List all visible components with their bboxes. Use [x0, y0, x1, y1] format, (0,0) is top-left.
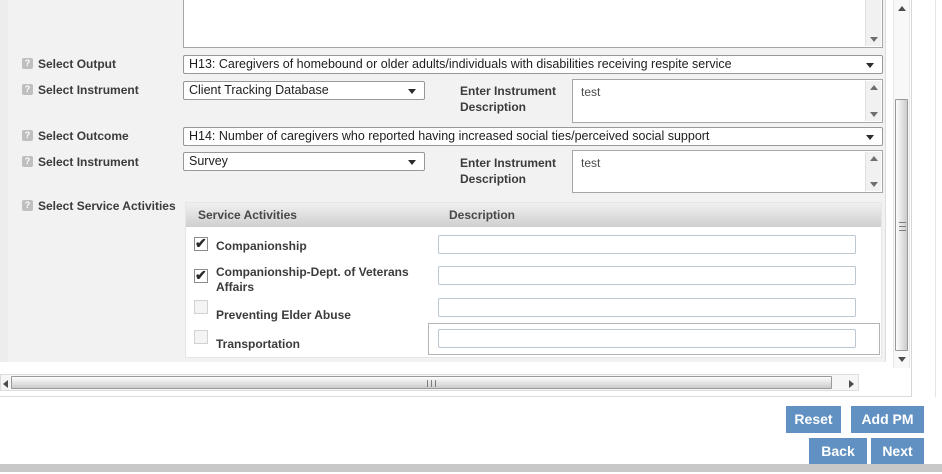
scroll-down-icon[interactable] [870, 112, 878, 117]
scroll-left-icon[interactable] [3, 380, 8, 388]
instrument-1-description-textarea[interactable]: test [572, 79, 883, 123]
select-outcome-value: H14: Number of caregivers who reported h… [189, 129, 710, 143]
left-margin [0, 0, 8, 362]
notes-textarea-scrollbar[interactable] [865, 0, 881, 46]
select-output-value: H13: Caregivers of homebound or older ad… [189, 57, 732, 71]
bottom-divider [0, 464, 942, 472]
service-name: Transportation [216, 337, 301, 351]
notes-textarea[interactable] [183, 0, 883, 48]
service-activities-table-header: Service Activities Description [186, 203, 881, 227]
chevron-down-icon [866, 135, 874, 140]
service-name: Companionship-Dept. of Veterans Affairs [216, 265, 409, 294]
column-header-activities: Service Activities [198, 208, 297, 222]
horizontal-scrollbar[interactable] [0, 374, 859, 391]
scroll-up-icon[interactable] [870, 85, 878, 90]
help-icon[interactable]: ? [22, 156, 33, 167]
next-button[interactable]: Next [871, 438, 924, 464]
frame-border [0, 396, 912, 397]
help-icon[interactable]: ? [22, 84, 33, 95]
instrument-2-description-value: test [581, 156, 601, 170]
description-input-companionship[interactable] [438, 235, 856, 254]
frame-border [911, 0, 912, 397]
select-instrument-1-label: Select Instrument [38, 83, 139, 97]
scroll-right-icon[interactable] [849, 380, 854, 388]
chevron-down-icon [866, 63, 874, 68]
scroll-down-icon[interactable] [898, 357, 906, 362]
service-name: Companionship [216, 239, 307, 253]
scroll-up-icon[interactable] [898, 6, 906, 11]
scroll-down-icon[interactable] [870, 37, 878, 42]
reset-button[interactable]: Reset [786, 406, 841, 433]
description-input-companionship-va[interactable] [438, 266, 856, 285]
window-edge [935, 0, 936, 397]
help-icon[interactable]: ? [22, 58, 33, 69]
chevron-down-icon [408, 89, 416, 94]
description-input-preventing-elder-abuse[interactable] [438, 298, 856, 317]
chevron-down-icon [408, 160, 416, 165]
help-icon[interactable]: ? [22, 200, 33, 211]
performance-measure-form: ? Select Output H13: Caregivers of homeb… [0, 0, 942, 474]
instrument-1-description-label: Enter Instrument Description [460, 84, 557, 114]
textarea-scrollbar[interactable] [865, 81, 881, 121]
vertical-scrollbar[interactable] [893, 0, 910, 368]
select-service-activities-label: Select Service Activities [38, 199, 176, 213]
checkbox-transportation[interactable] [194, 330, 208, 344]
select-instrument-1-value: Client Tracking Database [189, 83, 329, 97]
select-instrument-1-dropdown[interactable]: Client Tracking Database [183, 81, 425, 100]
help-icon[interactable]: ? [22, 130, 33, 141]
description-input-transportation[interactable] [438, 329, 856, 348]
select-output-label: Select Output [38, 57, 117, 71]
service-activities-table: Service Activities Description Companion… [185, 202, 882, 358]
instrument-2-description-textarea[interactable]: test [572, 150, 883, 193]
checkbox-companionship-va[interactable] [194, 267, 208, 284]
scroll-down-icon[interactable] [870, 182, 878, 187]
select-outcome-label: Select Outcome [38, 129, 129, 143]
textarea-scrollbar[interactable] [865, 152, 881, 191]
select-instrument-2-value: Survey [189, 154, 228, 168]
checkbox-preventing-elder-abuse[interactable] [194, 300, 208, 314]
instrument-1-description-value: test [581, 85, 601, 99]
horizontal-scrollbar-thumb[interactable] [11, 376, 832, 389]
add-pm-button[interactable]: Add PM [851, 406, 924, 433]
service-name: Preventing Elder Abuse [216, 308, 351, 322]
scroll-up-icon[interactable] [870, 156, 878, 161]
select-outcome-dropdown[interactable]: H14: Number of caregivers who reported h… [183, 127, 883, 146]
back-button[interactable]: Back [809, 438, 867, 464]
select-instrument-2-label: Select Instrument [38, 155, 139, 169]
select-output-dropdown[interactable]: H13: Caregivers of homebound or older ad… [183, 55, 883, 74]
column-header-description: Description [449, 208, 516, 222]
instrument-2-description-label: Enter Instrument Description [460, 156, 557, 186]
vertical-scrollbar-thumb[interactable] [895, 99, 908, 351]
checkbox-companionship[interactable] [194, 235, 208, 252]
select-instrument-2-dropdown[interactable]: Survey [183, 152, 425, 171]
